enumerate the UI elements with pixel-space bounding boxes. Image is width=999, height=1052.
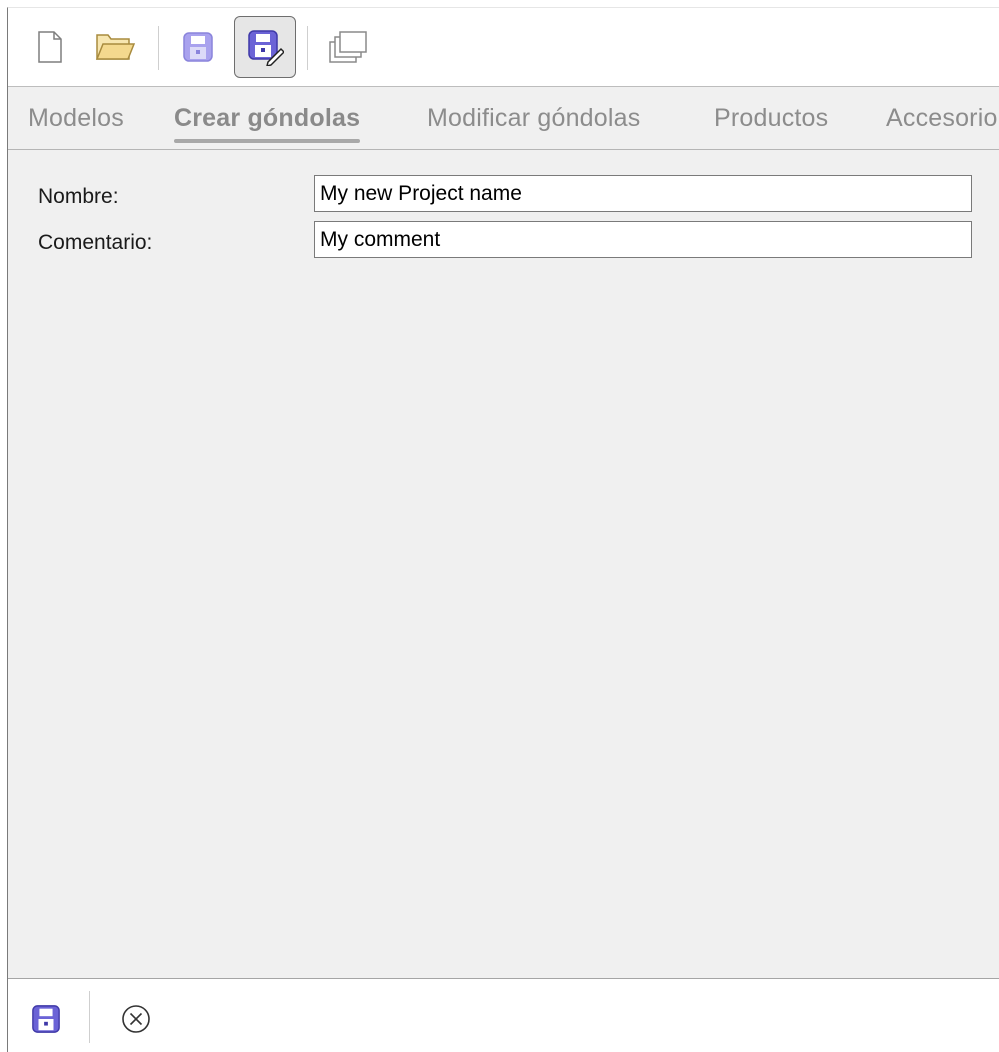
open-folder-button[interactable] [84,16,146,78]
new-document-icon [38,31,62,63]
tab-bar: Modelos Crear góndolas Modificar góndola… [8,87,999,150]
save-icon [32,1005,60,1033]
save-icon [183,32,213,62]
tab-productos[interactable]: Productos [714,104,828,133]
tab-modificar-gondolas[interactable]: Modificar góndolas [427,104,640,133]
comment-label: Comentario: [38,231,153,254]
bottom-bar [8,978,999,1052]
tab-accesorios[interactable]: Accesorio [886,104,998,133]
name-input[interactable] [314,175,972,212]
tab-crear-gondolas[interactable]: Crear góndolas [174,104,361,143]
app-window: Modelos Crear góndolas Modificar góndola… [7,7,999,1052]
bottom-separator [89,991,90,1043]
new-document-button[interactable] [19,16,81,78]
comment-input[interactable] [314,221,972,258]
duplicate-button[interactable] [317,16,379,78]
bottom-cancel-button[interactable] [114,997,158,1041]
bottom-save-button[interactable] [24,997,68,1041]
toolbar [8,8,999,87]
save-edit-button[interactable] [234,16,296,78]
open-folder-icon [95,34,135,60]
name-label: Nombre: [38,185,119,208]
toolbar-separator [307,26,308,70]
cancel-icon [122,1005,150,1033]
toolbar-separator [158,26,159,70]
save-edit-icon [248,30,284,66]
duplicate-icon [329,31,367,63]
tab-modelos[interactable]: Modelos [28,104,124,133]
save-button[interactable] [167,16,229,78]
